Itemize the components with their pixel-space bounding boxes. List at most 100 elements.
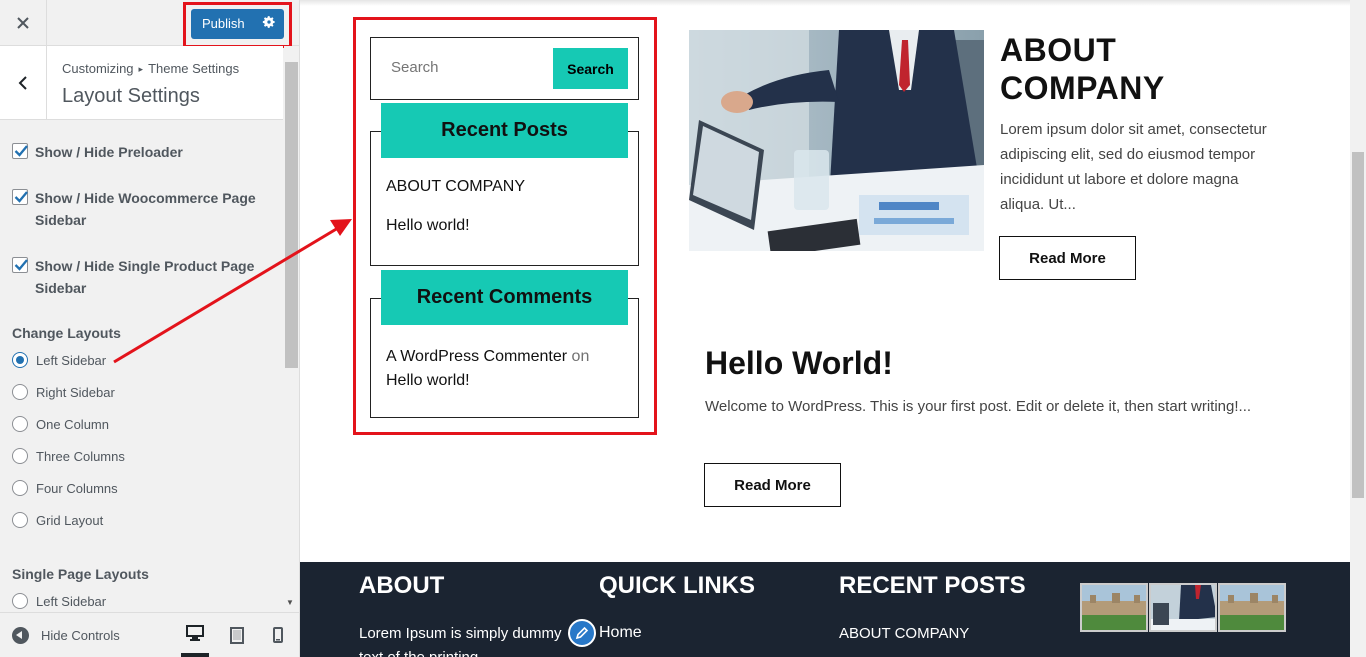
close-icon [17, 16, 29, 29]
mobile-preview-button[interactable] [264, 613, 292, 657]
hide-controls-button[interactable]: Hide Controls [12, 627, 120, 644]
footer-recent-post-link[interactable]: ABOUT COMPANY [839, 625, 969, 642]
checkbox-box[interactable] [12, 257, 28, 273]
campus-image [1082, 585, 1146, 630]
post-excerpt: Lorem ipsum dolor sit amet, consectetur … [1000, 121, 1267, 213]
checkbox-label: Show / Hide Preloader [35, 144, 183, 160]
radio-single-left-sidebar[interactable]: Left Sidebar [12, 592, 106, 610]
checkbox-single-product-sidebar[interactable]: Show / Hide Single Product Page Sidebar [12, 255, 265, 299]
checkbox-woocommerce-sidebar[interactable]: Show / Hide Woocommerce Page Sidebar [12, 187, 265, 231]
radio-label: One Column [36, 416, 109, 432]
footer-about-title: ABOUT [359, 572, 445, 599]
section-title: Layout Settings [62, 85, 200, 107]
footer-quick-link-home[interactable]: Home [568, 619, 642, 647]
search-button[interactable]: Search [553, 48, 628, 89]
mobile-icon [273, 627, 283, 643]
section-header: Customizing ▸ Theme Settings Layout Settin… [0, 46, 283, 120]
desktop-preview-button[interactable] [181, 613, 209, 657]
read-more-button[interactable]: Read More [704, 463, 841, 507]
footer-recent-posts-title: RECENT POSTS [839, 572, 1026, 599]
radio-left-sidebar[interactable]: Left Sidebar [12, 351, 106, 369]
comment-on-text: on [571, 348, 590, 365]
radio-label: Four Columns [36, 480, 118, 496]
radio-dot[interactable] [12, 448, 28, 464]
radio-one-column[interactable]: One Column [12, 415, 109, 433]
radio-label: Left Sidebar [36, 352, 107, 368]
panel-header: Publish [0, 0, 299, 48]
footer-thumbnail[interactable] [1080, 583, 1148, 632]
checkmark-icon [14, 259, 28, 271]
businessman-office-image [689, 30, 984, 251]
footer-quick-links-title: QUICK LINKS [599, 572, 755, 599]
chevron-left-icon [18, 75, 27, 90]
preview-top-shadow [300, 0, 1350, 6]
tablet-preview-button[interactable] [223, 613, 251, 657]
radio-right-sidebar[interactable]: Right Sidebar [12, 383, 115, 401]
radio-dot[interactable] [12, 593, 28, 609]
comment-author-link[interactable]: A WordPress Commenter [386, 348, 567, 365]
breadcrumb-root: Customizing [62, 61, 134, 76]
customizer-app: Publish Customizing ▸ Theme Settings Layou… [0, 0, 1366, 657]
recent-post-link[interactable]: Hello world! [386, 217, 470, 235]
publish-label: Publish [202, 16, 245, 31]
back-button[interactable] [0, 46, 47, 119]
preview-scrollbar-thumb[interactable] [1352, 152, 1364, 498]
customizer-footer: Hide Controls [0, 612, 299, 657]
desktop-icon [186, 625, 204, 641]
post-title-about-company[interactable]: ABOUT COMPANY [1000, 31, 1220, 107]
post-excerpt: Welcome to WordPress. This is your first… [705, 398, 1252, 415]
breadcrumb-separator-icon: ▸ [138, 64, 144, 74]
footer-thumbnail[interactable] [1149, 583, 1217, 632]
footer-about-text: Lorem Ipsum is simply dummy text of the … [359, 625, 562, 657]
radio-label: Left Sidebar [36, 593, 107, 609]
radio-dot-selected[interactable] [12, 352, 28, 368]
close-customizer-button[interactable] [0, 0, 47, 45]
scroll-down-arrow-icon[interactable]: ▼ [286, 598, 294, 607]
publish-button[interactable]: Publish [191, 9, 284, 39]
quick-link-label[interactable]: Home [599, 624, 642, 642]
panel-scrollbar-thumb[interactable] [285, 62, 298, 368]
edit-pencil-icon[interactable] [568, 619, 596, 647]
customizer-panel: Publish Customizing ▸ Theme Settings Layou… [0, 0, 300, 657]
single-page-layouts-title: Single Page Layouts [12, 566, 149, 582]
radio-dot[interactable] [12, 384, 28, 400]
breadcrumb-parent: Theme Settings [148, 61, 240, 76]
radio-grid-layout[interactable]: Grid Layout [12, 511, 103, 529]
recent-post-link[interactable]: ABOUT COMPANY [386, 178, 525, 196]
site-preview: Search Search Recent Posts ABOUT COMPANY… [300, 0, 1366, 657]
recent-comment-item: A WordPress Commenter on Hello world! [386, 345, 626, 393]
radio-label: Right Sidebar [36, 384, 115, 400]
search-widget: Search Search [370, 37, 639, 100]
checkbox-label: Show / Hide Single Product Page Sidebar [35, 258, 255, 296]
checkbox-label: Show / Hide Woocommerce Page Sidebar [35, 190, 256, 228]
radio-dot[interactable] [12, 480, 28, 496]
radio-three-columns[interactable]: Three Columns [12, 447, 125, 465]
collapse-icon [12, 627, 29, 644]
comment-post-link[interactable]: Hello world! [386, 372, 470, 389]
checkmark-icon [14, 191, 28, 203]
post-title-hello-world[interactable]: Hello World! [705, 345, 893, 382]
read-more-button[interactable]: Read More [999, 236, 1136, 280]
footer-thumbnail[interactable] [1218, 583, 1286, 632]
gear-icon[interactable] [262, 15, 276, 29]
radio-dot[interactable] [12, 416, 28, 432]
search-input[interactable]: Search [391, 59, 439, 76]
hide-controls-label: Hide Controls [41, 628, 120, 643]
campus-image [1220, 585, 1284, 630]
radio-dot[interactable] [12, 512, 28, 528]
checkmark-icon [14, 145, 28, 157]
about-company-thumbnail[interactable] [689, 30, 984, 251]
breadcrumb: Customizing ▸ Theme Settings [62, 61, 239, 76]
site-footer: ABOUT Lorem Ipsum is simply dummy text o… [300, 562, 1350, 657]
tablet-icon [230, 626, 244, 644]
recent-posts-title: Recent Posts [381, 103, 628, 158]
radio-label: Three Columns [36, 448, 125, 464]
recent-comments-title: Recent Comments [381, 270, 628, 325]
businessman-office-image [1151, 585, 1215, 630]
radio-four-columns[interactable]: Four Columns [12, 479, 118, 497]
checkbox-box[interactable] [12, 143, 28, 159]
change-layouts-title: Change Layouts [12, 325, 121, 341]
checkbox-preloader[interactable]: Show / Hide Preloader [12, 141, 265, 163]
checkbox-box[interactable] [12, 189, 28, 205]
radio-label: Grid Layout [36, 512, 104, 528]
